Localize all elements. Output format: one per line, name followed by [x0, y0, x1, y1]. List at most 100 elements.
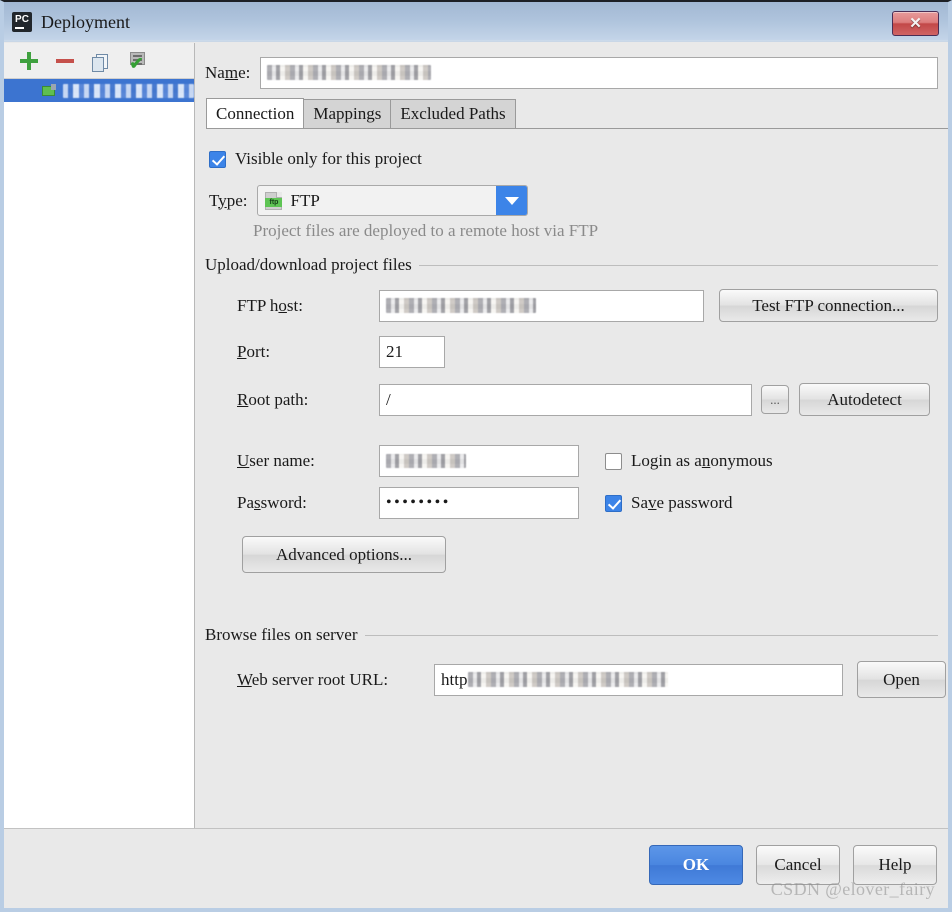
password-input[interactable]: •••••••• — [379, 487, 579, 519]
title-bar: PC Deployment ✕ — [4, 2, 948, 42]
browse-files-group: Browse files on server — [205, 625, 938, 645]
name-label: Name: — [205, 62, 251, 82]
sidebar-item-label-redacted — [63, 83, 194, 98]
web-server-url-value: http — [441, 669, 468, 689]
tab-connection[interactable]: Connection — [206, 98, 305, 128]
type-hint: Project files are deployed to a remote h… — [253, 221, 599, 240]
port-row: Port: 21 — [237, 336, 445, 368]
user-name-label: User name: — [237, 451, 315, 470]
web-server-url-label: Web server root URL: — [237, 669, 389, 689]
validate-check-icon: ✔ — [129, 53, 144, 73]
upload-download-group-title: Upload/download project files — [205, 255, 938, 275]
web-server-url-input[interactable]: http — [434, 663, 843, 696]
open-label: Open — [883, 669, 920, 689]
port-label: Port: — [237, 342, 271, 361]
root-path-input[interactable]: / — [379, 383, 752, 416]
root-path-row: Root path: / ... Autodetect — [237, 383, 930, 416]
deployment-dialog: PC Deployment ✕ ✔ Name: Connection Mappi… — [0, 0, 952, 912]
password-label: Password: — [237, 493, 307, 512]
connection-tab-panel: Visible only for this project Type: ftp … — [196, 129, 948, 828]
browse-files-group-title: Browse files on server — [205, 625, 938, 645]
browse-files-group-label: Browse files on server — [205, 625, 358, 644]
root-path-browse-button[interactable]: ... — [761, 385, 789, 414]
tab-excluded-paths[interactable]: Excluded Paths — [390, 99, 516, 128]
type-label: Type: — [209, 190, 248, 210]
test-ftp-connection-button[interactable]: Test FTP connection... — [719, 289, 938, 322]
test-ftp-connection-label: Test FTP connection... — [752, 295, 905, 315]
autodetect-label: Autodetect — [827, 389, 902, 409]
user-name-row: User name: Login as anonymous — [237, 445, 773, 477]
server-list-panel: ✔ — [4, 43, 195, 828]
add-server-button[interactable] — [18, 50, 40, 72]
sidebar-item-ftp-server[interactable] — [4, 79, 194, 102]
ok-label: OK — [682, 855, 710, 874]
help-button[interactable]: Help — [853, 845, 937, 885]
name-input[interactable] — [260, 56, 938, 89]
main-panel: Name: Connection Mappings Excluded Paths… — [196, 43, 948, 828]
window-title: Deployment — [41, 11, 130, 32]
port-input[interactable]: 21 — [379, 336, 445, 368]
pc-icon-underline — [15, 27, 24, 29]
upload-download-group: Upload/download project files — [205, 255, 938, 275]
remove-server-button[interactable] — [54, 50, 76, 72]
visible-only-checkbox-row[interactable]: Visible only for this project — [209, 149, 422, 169]
user-name-value-redacted — [386, 454, 466, 468]
tab-connection-label: Connection — [216, 103, 295, 123]
tab-strip: Connection Mappings Excluded Paths — [206, 98, 948, 129]
advanced-options-row: Advanced options... — [242, 536, 446, 573]
save-password-checkbox-row[interactable]: Save password — [605, 493, 733, 513]
ftp-server-icon — [42, 84, 57, 97]
type-row: Type: ftp FTP — [209, 185, 529, 216]
root-path-value: / — [386, 389, 391, 409]
cancel-label: Cancel — [774, 855, 822, 874]
login-anonymous-checkbox-row[interactable]: Login as anonymous — [605, 451, 773, 471]
chevron-down-icon[interactable] — [496, 186, 528, 215]
password-value: •••••••• — [386, 494, 451, 511]
root-path-browse-label: ... — [770, 391, 780, 407]
cancel-button[interactable]: Cancel — [756, 845, 840, 885]
root-path-label: Root path: — [237, 389, 309, 409]
password-row: Password: •••••••• Save password — [237, 487, 733, 519]
close-icon: ✕ — [909, 15, 922, 32]
web-server-url-value-redacted — [468, 672, 669, 687]
type-value: FTP — [290, 190, 320, 210]
title-bar-left: PC Deployment — [12, 2, 130, 42]
advanced-options-label: Advanced options... — [276, 544, 412, 564]
footer-buttons: OK Cancel Help — [649, 845, 937, 885]
upload-download-group-label: Upload/download project files — [205, 255, 412, 274]
ftp-host-input[interactable] — [379, 289, 704, 322]
open-button[interactable]: Open — [857, 661, 946, 698]
name-value-redacted — [267, 65, 432, 80]
server-list-toolbar: ✔ — [4, 43, 194, 79]
save-password-checkbox[interactable] — [605, 494, 622, 512]
close-button[interactable]: ✕ — [892, 11, 939, 36]
tab-mappings-label: Mappings — [313, 104, 382, 123]
ok-button[interactable]: OK — [649, 845, 743, 885]
login-anonymous-label: Login as anonymous — [631, 451, 773, 470]
advanced-options-button[interactable]: Advanced options... — [242, 536, 446, 573]
user-name-input[interactable] — [379, 445, 579, 477]
port-value: 21 — [386, 342, 403, 361]
save-password-label: Save password — [631, 493, 733, 512]
tab-excluded-paths-label: Excluded Paths — [400, 104, 506, 123]
pc-icon-text: PC — [15, 14, 29, 25]
validate-server-button[interactable]: ✔ — [126, 50, 148, 72]
web-server-url-row: Web server root URL: http Open — [237, 661, 946, 698]
login-anonymous-checkbox[interactable] — [605, 452, 622, 470]
ftp-host-value-redacted — [386, 298, 536, 313]
copy-icon-page-front — [92, 56, 104, 72]
copy-server-button[interactable] — [90, 50, 112, 72]
ftp-file-icon: ftp — [265, 191, 283, 210]
visible-only-checkbox[interactable] — [209, 150, 226, 168]
ftp-host-row: FTP host: Test FTP connection... — [237, 289, 938, 322]
visible-only-label: Visible only for this project — [235, 149, 422, 168]
tab-mappings[interactable]: Mappings — [303, 99, 392, 128]
dialog-footer: OK Cancel Help CSDN @elover_fairy — [4, 828, 948, 908]
browse-group-divider-line — [364, 634, 938, 636]
help-label: Help — [878, 855, 912, 874]
autodetect-button[interactable]: Autodetect — [799, 383, 930, 416]
pycharm-pc-icon: PC — [12, 12, 32, 32]
type-combobox[interactable]: ftp FTP — [257, 185, 529, 216]
name-row: Name: — [205, 56, 938, 89]
ftp-host-label: FTP host: — [237, 295, 303, 315]
